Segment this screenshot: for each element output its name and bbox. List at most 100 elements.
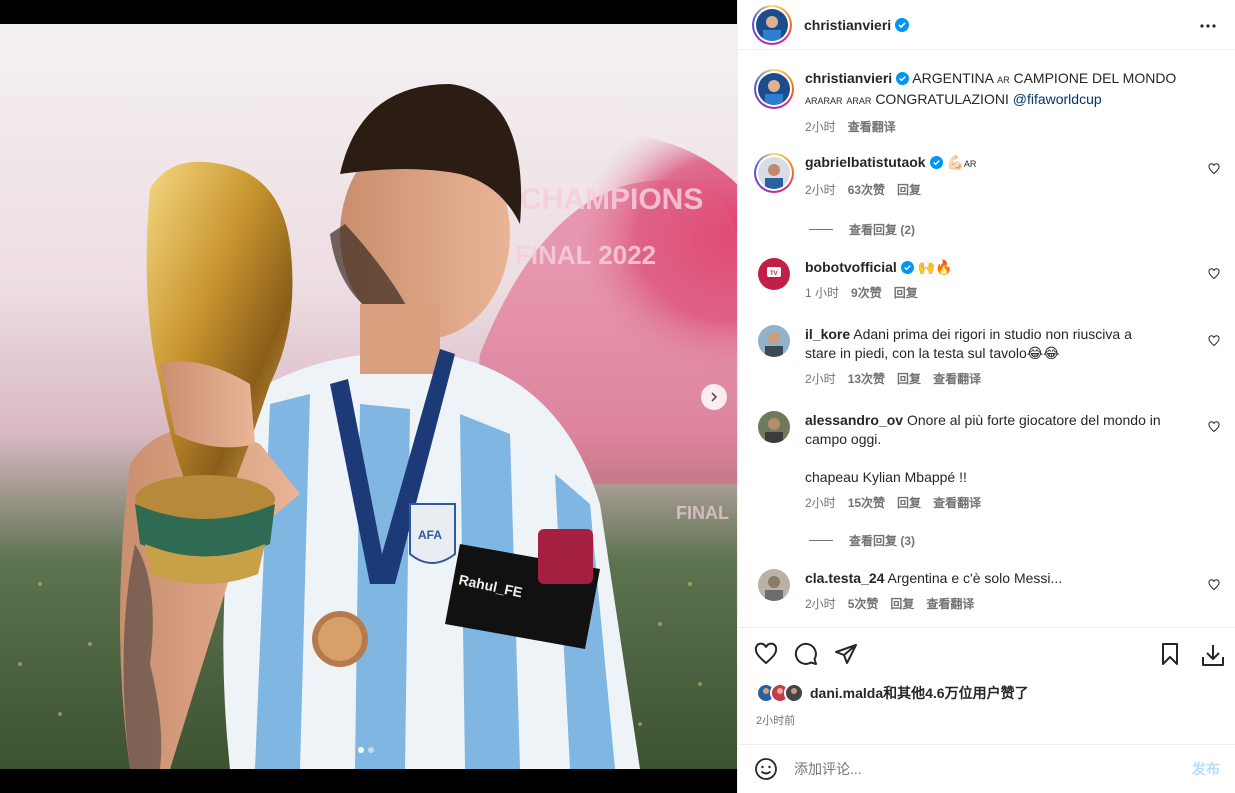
- carousel-dot[interactable]: [368, 747, 374, 753]
- caption-translate-button[interactable]: 查看翻译: [848, 118, 896, 137]
- comment-username[interactable]: il_kore: [805, 326, 850, 342]
- reply-button[interactable]: 回复: [894, 284, 918, 303]
- caption-time[interactable]: 2小时: [805, 118, 836, 137]
- author-avatar-ring[interactable]: [752, 4, 792, 45]
- media-bottom-band: [0, 769, 737, 793]
- comment-username[interactable]: alessandro_ov: [805, 412, 903, 428]
- comment-like-heart-icon[interactable]: [1208, 579, 1220, 591]
- comment-like-heart-icon[interactable]: [1208, 268, 1220, 280]
- comment-time[interactable]: 2小时: [805, 181, 836, 200]
- comment-avatar[interactable]: [758, 411, 790, 443]
- post-photo[interactable]: CHAMPIONS FINAL 2022 FINAL Rahul_FE AFA: [0, 24, 737, 769]
- caption-flags: ARARAR: [805, 96, 843, 106]
- author-username[interactable]: christianvieri: [804, 17, 891, 33]
- comment-likes[interactable]: 63次赞: [848, 181, 885, 200]
- action-icons-left: [754, 642, 858, 666]
- comment-username[interactable]: gabrielbatistutaok: [805, 154, 926, 170]
- likes-text: dani.malda和其他4.6万位用户赞了: [810, 685, 1029, 701]
- comments-list: christianvieri ARGENTINA AR CAMPIONE DEL…: [738, 51, 1235, 626]
- comment-body: cla.testa_24 Argentina e c'è solo Messi.…: [805, 569, 1165, 614]
- reply-button[interactable]: 回复: [897, 181, 921, 200]
- view-replies-label: 查看回复 (2): [849, 223, 916, 237]
- comment-likes[interactable]: 13次赞: [848, 370, 885, 389]
- caption-text-3: CONGRATULAZIONI: [875, 91, 1009, 107]
- reply-button[interactable]: 回复: [890, 595, 914, 614]
- comment-text: Argentina e c'è solo Messi...: [887, 570, 1063, 586]
- translate-button[interactable]: 查看翻译: [933, 370, 981, 389]
- view-replies-button[interactable]: 查看回复 (2): [809, 221, 915, 238]
- caption-mention-link[interactable]: @fifaworldcup: [1013, 91, 1102, 107]
- view-replies-button[interactable]: 查看回复 (3): [809, 532, 915, 549]
- comment-avatar[interactable]: [758, 325, 790, 357]
- caption-username[interactable]: christianvieri: [805, 70, 892, 86]
- emoji-icon[interactable]: [754, 757, 778, 781]
- caption-flags-3: ARAR: [846, 96, 872, 106]
- translate-button[interactable]: 查看翻译: [926, 595, 974, 614]
- chevron-right-icon: [711, 392, 718, 402]
- post-media: CHAMPIONS FINAL 2022 FINAL Rahul_FE AFA: [0, 0, 737, 793]
- comment-body: bobotvofficial 🙌🔥 1 小时 9次赞 回复: [805, 258, 1165, 303]
- translate-button[interactable]: 查看翻译: [933, 494, 981, 513]
- comment-username[interactable]: cla.testa_24: [805, 570, 884, 586]
- comment-meta: 2小时 63次赞 回复: [805, 181, 1165, 200]
- next-image-button[interactable]: [701, 384, 727, 410]
- verified-badge-icon: [929, 156, 943, 169]
- banner-text-champions: CHAMPIONS: [520, 183, 703, 216]
- caption-text-2: CAMPIONE DEL MONDO: [1013, 70, 1177, 86]
- download-icon[interactable]: [1200, 642, 1226, 668]
- post-side-panel: christianvieri christianvieri ARGENTINA …: [737, 0, 1235, 793]
- afa-badge: AFA: [418, 528, 442, 542]
- comment-meta: 2小时 5次赞 回复 查看翻译: [805, 595, 1165, 614]
- liker-avatars: [756, 683, 804, 703]
- reply-divider: [809, 229, 833, 230]
- comment-likes[interactable]: 15次赞: [848, 494, 885, 513]
- more-options-icon[interactable]: [1198, 16, 1218, 36]
- view-replies-label: 查看回复 (3): [849, 534, 916, 548]
- liker-avatar: [784, 683, 804, 703]
- comment-avatar[interactable]: TV: [758, 258, 790, 290]
- caption-avatar-ring[interactable]: [754, 69, 794, 109]
- caption-meta: 2小时 查看翻译: [805, 118, 1215, 137]
- comment-body: il_kore Adani prima dei rigori in studio…: [805, 325, 1165, 389]
- comment-text-2: chapeau Kylian Mbappé !!: [805, 469, 967, 485]
- carousel-dots: [358, 747, 374, 753]
- like-heart-icon[interactable]: [754, 642, 778, 666]
- comment-like-heart-icon[interactable]: [1208, 163, 1220, 175]
- caption-text: ARGENTINA: [912, 70, 994, 86]
- comment-likes[interactable]: 9次赞: [851, 284, 882, 303]
- comment-meta: 2小时 13次赞 回复 查看翻译: [805, 370, 1165, 389]
- banner-text-right: FINAL: [676, 503, 729, 523]
- comment-avatar: [758, 157, 790, 189]
- post-comment-button[interactable]: 发布: [1192, 759, 1220, 779]
- action-icons-right: [1158, 642, 1226, 668]
- caption-avatar: [758, 73, 790, 105]
- post-actions: dani.malda和其他4.6万位用户赞了 2小时前: [738, 627, 1235, 743]
- comment-likes[interactable]: 5次赞: [848, 595, 879, 614]
- comment-username[interactable]: bobotvofficial: [805, 259, 897, 275]
- share-send-icon[interactable]: [834, 642, 858, 666]
- comment-time[interactable]: 2小时: [805, 595, 836, 614]
- comment-time[interactable]: 1 小时: [805, 284, 839, 303]
- comment-time[interactable]: 2小时: [805, 494, 836, 513]
- reply-button[interactable]: 回复: [897, 370, 921, 389]
- caption-flag: AR: [997, 75, 1010, 85]
- save-bookmark-icon[interactable]: [1158, 642, 1182, 666]
- verified-badge-icon: [895, 17, 910, 32]
- verified-badge-icon: [896, 72, 910, 85]
- comment-bubble-icon[interactable]: [794, 642, 818, 666]
- comment-avatar[interactable]: [758, 569, 790, 601]
- likes-summary[interactable]: dani.malda和其他4.6万位用户赞了: [756, 683, 1029, 703]
- post-timestamp[interactable]: 2小时前: [756, 712, 795, 728]
- carousel-dot-active[interactable]: [358, 747, 364, 753]
- reply-button[interactable]: 回复: [897, 494, 921, 513]
- comment-text: Adani prima dei rigori in studio non riu…: [805, 326, 1132, 361]
- comment-time[interactable]: 2小时: [805, 370, 836, 389]
- comment-body: gabrielbatistutaok 💪🏻AR 2小时 63次赞 回复: [805, 153, 1165, 200]
- comment-meta: 2小时 15次赞 回复 查看翻译: [805, 494, 1165, 513]
- comment-like-heart-icon[interactable]: [1208, 335, 1220, 347]
- reply-divider: [809, 540, 833, 541]
- comment-avatar-ring[interactable]: [754, 153, 794, 193]
- comment-like-heart-icon[interactable]: [1208, 421, 1220, 433]
- add-comment-input[interactable]: [794, 761, 1174, 777]
- add-comment-bar: 发布: [738, 744, 1235, 793]
